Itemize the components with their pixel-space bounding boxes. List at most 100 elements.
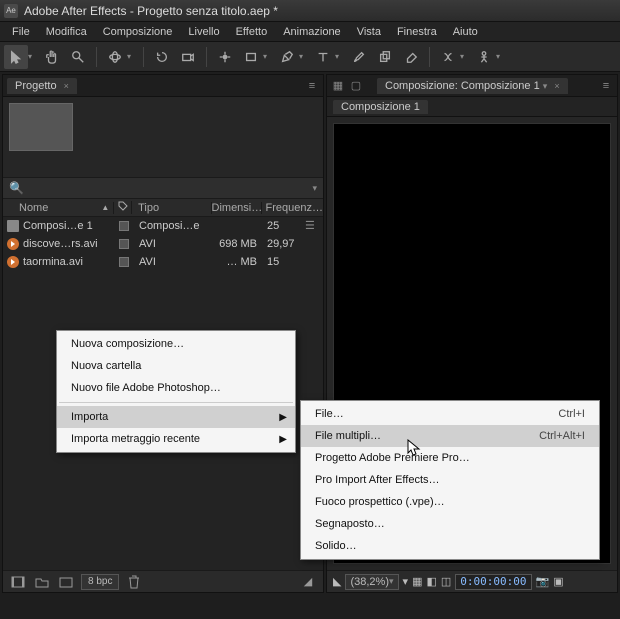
title-bar: Ae Adobe After Effects - Progetto senza … — [0, 0, 620, 22]
new-folder-icon[interactable] — [33, 574, 51, 590]
sub-premiere[interactable]: Progetto Adobe Premiere Pro… — [301, 447, 599, 469]
orbit-tool[interactable] — [103, 45, 127, 69]
submenu-arrow-icon: ▶ — [279, 434, 287, 445]
snapshot-icon[interactable]: 📷 — [536, 575, 550, 588]
selection-tool[interactable] — [4, 45, 28, 69]
type-tool[interactable] — [311, 45, 335, 69]
menu-animazione[interactable]: Animazione — [275, 24, 348, 40]
close-icon[interactable]: × — [554, 81, 559, 91]
mouse-cursor-icon — [407, 439, 421, 460]
column-headers: Nome▲ Tipo Dimensi… Frequenz… — [3, 199, 323, 217]
comp-tab[interactable]: Composizione: Composizione 1 ▾ × — [377, 78, 568, 94]
chevron-down-icon[interactable]: ▾ — [543, 81, 548, 91]
sub-vpe[interactable]: Fuoco prospettico (.vpe)… — [301, 491, 599, 513]
resize-icon[interactable]: ◣ — [333, 575, 341, 588]
ctx-import-recent[interactable]: Importa metraggio recente▶ — [57, 428, 295, 450]
shortcut-label: Ctrl+Alt+I — [539, 430, 585, 442]
menu-effetto[interactable]: Effetto — [228, 24, 276, 40]
toolbar: ▾ ▾ ▾ ▾ ▾ ▾ ▾ — [0, 42, 620, 72]
channel-icon[interactable]: ▣ — [553, 575, 563, 588]
menu-aiuto[interactable]: Aiuto — [445, 24, 486, 40]
project-tab[interactable]: Progetto × — [7, 78, 77, 94]
trash-icon[interactable] — [125, 574, 143, 590]
import-submenu: File…Ctrl+I File multipli…Ctrl+Alt+I Pro… — [300, 400, 600, 560]
puppet-tool[interactable] — [472, 45, 496, 69]
zoom-tool[interactable] — [66, 45, 90, 69]
tool-dropdown-icon[interactable]: ▾ — [335, 52, 343, 61]
mask-icon[interactable]: ◧ — [426, 575, 436, 588]
table-row[interactable]: taormina.avi AVI … MB 15 — [3, 253, 323, 271]
roto-tool[interactable] — [436, 45, 460, 69]
col-type[interactable]: Tipo — [132, 202, 211, 214]
hand-tool[interactable] — [40, 45, 64, 69]
resolution-icon[interactable]: ▾ — [403, 575, 409, 588]
menu-modifica[interactable]: Modifica — [38, 24, 95, 40]
tool-dropdown-icon[interactable]: ▾ — [299, 52, 307, 61]
col-name[interactable]: Nome▲ — [3, 202, 114, 214]
grid-icon[interactable]: ▦ — [331, 79, 345, 93]
grid-overlay-icon[interactable]: ▦ — [412, 575, 422, 588]
menu-divider — [59, 402, 293, 403]
ctx-new-folder[interactable]: Nuova cartella — [57, 355, 295, 377]
col-freq[interactable]: Frequenz… — [262, 202, 323, 214]
sub-file[interactable]: File…Ctrl+I — [301, 403, 599, 425]
table-row[interactable]: Composi…e 1 Composi…e 25 — [3, 217, 323, 235]
table-row[interactable]: discove…rs.avi AVI 698 MB 29,97 — [3, 235, 323, 253]
zoom-select[interactable]: (38,2%) ▾ — [345, 574, 398, 590]
resize-icon[interactable]: ◢ — [299, 574, 317, 590]
item-info-area — [3, 97, 323, 177]
eraser-tool[interactable] — [399, 45, 423, 69]
sub-placeholder[interactable]: Segnaposto… — [301, 513, 599, 535]
camera-tool[interactable] — [176, 45, 200, 69]
tag-swatch[interactable] — [119, 257, 129, 267]
flowchart-icon[interactable]: ☰ — [305, 219, 319, 233]
submenu-arrow-icon: ▶ — [279, 412, 287, 423]
new-comp-icon[interactable] — [57, 574, 75, 590]
timecode-display[interactable]: 0:00:00:00 — [455, 574, 531, 590]
tag-swatch[interactable] — [119, 221, 129, 231]
project-bottom-bar: 8 bpc ◢ — [3, 570, 323, 592]
pen-tool[interactable] — [275, 45, 299, 69]
menu-livello[interactable]: Livello — [180, 24, 227, 40]
viewer-bottom-bar: ◣ (38,2%) ▾ ▾ ▦ ◧ ◫ 0:00:00:00 📷 ▣ — [327, 570, 617, 592]
sort-icon: ▲ — [101, 203, 109, 212]
video-icon — [7, 256, 19, 268]
menu-composizione[interactable]: Composizione — [95, 24, 181, 40]
search-input[interactable] — [28, 182, 313, 194]
layer-icon[interactable]: ▢ — [349, 79, 363, 93]
menu-finestra[interactable]: Finestra — [389, 24, 445, 40]
menu-vista[interactable]: Vista — [349, 24, 389, 40]
col-dim[interactable]: Dimensi… — [212, 202, 262, 214]
tool-dropdown-icon[interactable]: ▾ — [496, 52, 504, 61]
rectangle-tool[interactable] — [239, 45, 263, 69]
clone-tool[interactable] — [373, 45, 397, 69]
bit-depth-button[interactable]: 8 bpc — [81, 574, 119, 590]
ctx-new-comp[interactable]: Nuova composizione… — [57, 333, 295, 355]
tool-dropdown-icon[interactable]: ▾ — [263, 52, 271, 61]
app-icon: Ae — [4, 4, 18, 18]
tool-dropdown-icon[interactable]: ▾ — [28, 52, 36, 61]
close-icon[interactable]: × — [64, 81, 69, 91]
sub-solid[interactable]: Solido… — [301, 535, 599, 557]
ctx-import[interactable]: Importa▶ — [57, 406, 295, 428]
context-menu: Nuova composizione… Nuova cartella Nuovo… — [56, 330, 296, 453]
panel-menu-icon[interactable]: ≡ — [599, 79, 613, 93]
search-row: 🔍 ▾ — [3, 177, 323, 199]
ctx-new-psd[interactable]: Nuovo file Adobe Photoshop… — [57, 377, 295, 399]
rotation-tool[interactable] — [150, 45, 174, 69]
menu-file[interactable]: File — [4, 24, 38, 40]
tool-dropdown-icon[interactable]: ▾ — [460, 52, 468, 61]
comp-tab-label: Composizione: Composizione 1 — [385, 80, 540, 92]
brush-tool[interactable] — [347, 45, 371, 69]
tool-dropdown-icon[interactable]: ▾ — [127, 52, 135, 61]
subtab-comp[interactable]: Composizione 1 — [333, 100, 428, 114]
search-dropdown-icon[interactable]: ▾ — [312, 183, 317, 194]
anchor-tool[interactable] — [213, 45, 237, 69]
guides-icon[interactable]: ◫ — [441, 575, 451, 588]
col-tag[interactable] — [114, 201, 132, 214]
sub-proimport[interactable]: Pro Import After Effects… — [301, 469, 599, 491]
tag-swatch[interactable] — [119, 239, 129, 249]
interpret-icon[interactable] — [9, 574, 27, 590]
sub-file-multiple[interactable]: File multipli…Ctrl+Alt+I — [301, 425, 599, 447]
panel-menu-icon[interactable]: ≡ — [305, 79, 319, 93]
